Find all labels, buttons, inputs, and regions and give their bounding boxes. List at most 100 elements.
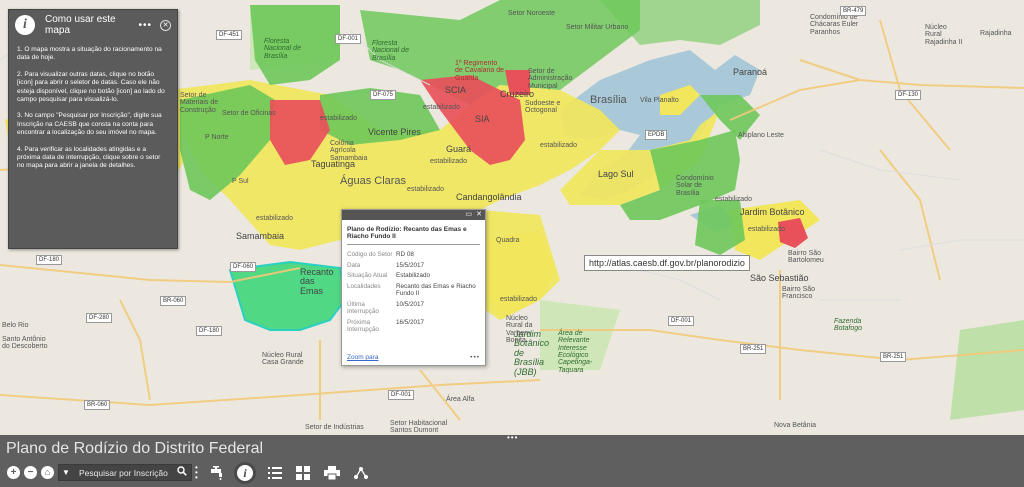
- panel-body: 1. O mapa mostra a situação do racioname…: [9, 40, 177, 171]
- legend-list-icon[interactable]: [264, 462, 286, 484]
- share-icon[interactable]: [350, 462, 372, 484]
- map-label: 1º Regimento de Cavalaria de Guarda: [455, 60, 505, 82]
- map-label: P Sul: [232, 178, 249, 185]
- faucet-icon[interactable]: [206, 462, 228, 484]
- popup-fields: Código do Setor RD 08 Data 15/5/2017 Situa…: [347, 251, 480, 337]
- info-icon: i: [237, 465, 253, 481]
- field-value: Estabilizado: [396, 272, 430, 279]
- map-label: estabilizado: [748, 226, 785, 233]
- map-label: Quadra: [496, 237, 520, 244]
- road-shield: EPDB: [645, 130, 668, 140]
- map-label: estabilizado: [715, 196, 752, 203]
- map-label: Sudoeste e Octogonal: [525, 100, 561, 115]
- field-row: Localidades Recanto das Emas e Riacho Fun…: [347, 283, 480, 301]
- basemap-gallery-icon[interactable]: [292, 462, 314, 484]
- map-label: estabilizado: [430, 158, 467, 165]
- close-icon[interactable]: ✕: [160, 19, 171, 31]
- road-shield: DF-075: [370, 90, 397, 100]
- more-options-button[interactable]: •••: [138, 20, 152, 31]
- map-label: Altiplano Leste: [738, 132, 784, 139]
- map-label: Condomínio Solar de Brasília: [676, 175, 714, 197]
- map-label: SIA: [475, 114, 490, 124]
- map-label: Setor de Administração Municipal: [528, 68, 573, 90]
- map-label: Setor Noroeste: [508, 10, 556, 17]
- map-label: Samambaia: [236, 231, 285, 241]
- search-input[interactable]: [79, 466, 171, 480]
- field-key: Última Interrupção: [347, 300, 379, 316]
- map-label: Setor de Indústrias: [305, 424, 364, 431]
- sector-popup: ▭ ✕ Plano de Rodízio: Recanto das Emas e…: [341, 209, 486, 366]
- map-label: P Norte: [205, 134, 229, 141]
- map-label: São Sebastião: [750, 273, 809, 283]
- field-value: 16/5/2017: [396, 318, 425, 326]
- search-icon[interactable]: [177, 466, 187, 479]
- map-label: estabilizado: [540, 142, 577, 149]
- field-key: Data: [347, 261, 361, 269]
- map-label: Área Alfa: [446, 396, 475, 403]
- zoom-out-button[interactable]: −: [24, 466, 37, 479]
- map-label: Santo Antônio do Descoberto: [2, 336, 48, 351]
- map-label: Floresta Nacional de Brasília: [264, 38, 301, 60]
- info-icon: i: [15, 15, 35, 35]
- road-shield: DF-180: [36, 255, 63, 265]
- field-key: Situação Atual: [347, 272, 388, 279]
- field-row: Próxima Interrupção 16/5/2017: [347, 319, 480, 337]
- maximize-icon[interactable]: ▭: [466, 211, 473, 219]
- map-label: Setor Habitacional Santos Dumont: [390, 420, 448, 435]
- more-vertical-icon[interactable]: • • •: [195, 464, 199, 482]
- road-shield: DF-001: [388, 390, 415, 400]
- map-label: Núcleo Rural da Vargem Bonita: [506, 315, 533, 345]
- instruction-step: 4. Para verificar as localidades atingid…: [17, 145, 161, 170]
- road-shield: DF-001: [668, 316, 695, 326]
- road-shield: DF-060: [230, 262, 257, 272]
- close-icon[interactable]: ✕: [476, 211, 482, 219]
- map-label: Águas Claras: [340, 175, 407, 187]
- map-label: Candangolândia: [456, 192, 522, 202]
- map-label: Área de Relevante Interesse Ecológico Ca…: [558, 330, 593, 374]
- map-label: estabilizado: [320, 115, 357, 122]
- chevron-down-icon[interactable]: ▼: [62, 468, 70, 477]
- how-to-use-panel: i Como usar este mapa ••• ✕ 1. O mapa mo…: [8, 9, 178, 249]
- map-label: Recanto das Emas: [300, 267, 334, 296]
- zoom-in-button[interactable]: +: [7, 466, 20, 479]
- search-box: ▼: [58, 464, 192, 481]
- map-label: Bairro São Bartolomeu: [788, 250, 824, 265]
- instruction-step: 1. O mapa mostra a situação do racioname…: [17, 46, 162, 62]
- road-shield: DF-001: [335, 34, 362, 44]
- road-shield: BR-060: [84, 400, 111, 410]
- map-label: Setor Militar Urbano: [566, 24, 629, 31]
- home-button[interactable]: ⌂: [41, 466, 54, 479]
- map-label: Floresta Nacional de Brasília: [372, 40, 409, 62]
- road-shield: DF-451: [216, 30, 243, 40]
- road-shield: BR-251: [880, 352, 907, 362]
- map-label: Taguatinga: [311, 159, 356, 169]
- panel-title: Como usar este mapa: [45, 14, 116, 36]
- zoom-to-link[interactable]: Zoom para: [347, 354, 378, 361]
- map-label: Bairro São Francisco: [782, 286, 816, 301]
- field-row: Data 15/5/2017: [347, 262, 480, 273]
- more-options-button[interactable]: •••: [470, 354, 480, 361]
- instruction-step: 3. No campo "Pesquisar por Inscrição", d…: [17, 112, 162, 137]
- map-label: Paranoá: [733, 67, 768, 77]
- field-value: 10/5/2017: [396, 300, 425, 308]
- print-icon[interactable]: [321, 462, 343, 484]
- map-canvas[interactable]: Setor Noroeste Setor Militar Urbano Flor…: [0, 0, 1024, 435]
- instruction-step: 2. Para visualizar outras datas, clique …: [17, 70, 165, 104]
- road-shield: DF-130: [895, 90, 922, 100]
- panel-header: i Como usar este mapa ••• ✕: [9, 10, 177, 40]
- info-button[interactable]: i: [234, 462, 256, 484]
- map-label: Núcleo Rural Rajadinha II: [925, 24, 963, 46]
- map-label: Setor de Oficinas: [222, 110, 276, 117]
- resize-handle[interactable]: •••: [507, 433, 518, 442]
- popup-title: Plano de Rodízio: Recanto das Emas e Ria…: [347, 220, 480, 245]
- map-label: Brasília: [590, 94, 627, 106]
- url-tooltip: http://atlas.caesb.df.gov.br/planorodizi…: [584, 255, 750, 271]
- field-value: Recanto das Emas e Riacho Fundo II: [396, 282, 476, 298]
- field-key: Localidades: [347, 282, 381, 290]
- map-label: Vicente Pires: [368, 127, 421, 137]
- field-value: 15/5/2017: [396, 261, 425, 269]
- app-title: Plano de Rodízio do Distrito Federal: [6, 440, 264, 457]
- map-label: Setor de Materiais de Construção: [180, 92, 219, 114]
- road-shield: DF-180: [196, 326, 223, 336]
- field-row: Última Interrupção 10/5/2017: [347, 301, 480, 319]
